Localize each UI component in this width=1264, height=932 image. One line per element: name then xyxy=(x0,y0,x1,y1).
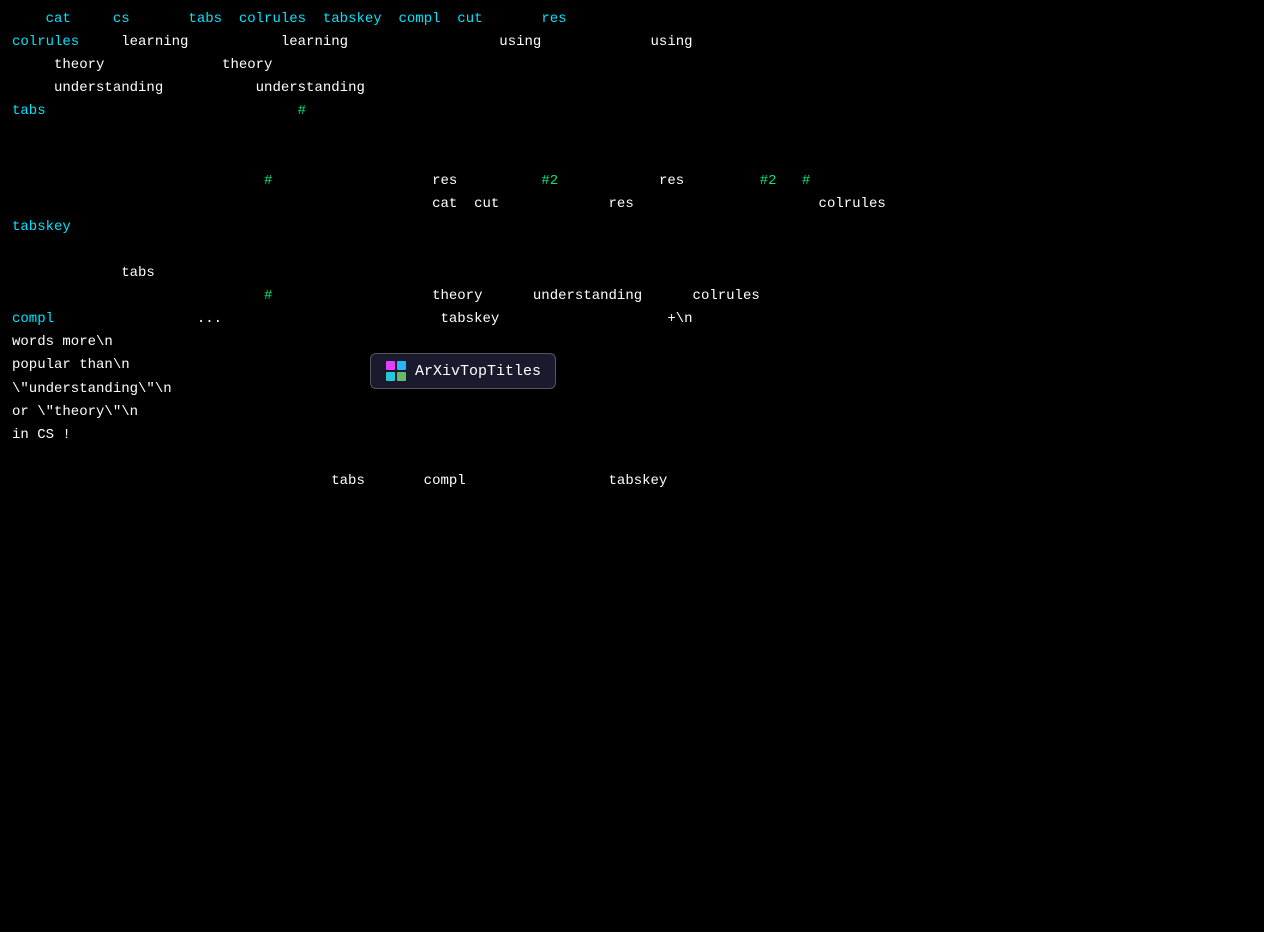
tooltip-label: ArXivTopTitles xyxy=(415,363,541,380)
tooltip-icon xyxy=(385,360,407,382)
tooltip-popup: ArXivTopTitles xyxy=(370,353,556,389)
code-content: cat cs tabs colrules tabskey compl cut r… xyxy=(12,8,1252,493)
code-display: cat cs tabs colrules tabskey compl cut r… xyxy=(0,0,1264,932)
